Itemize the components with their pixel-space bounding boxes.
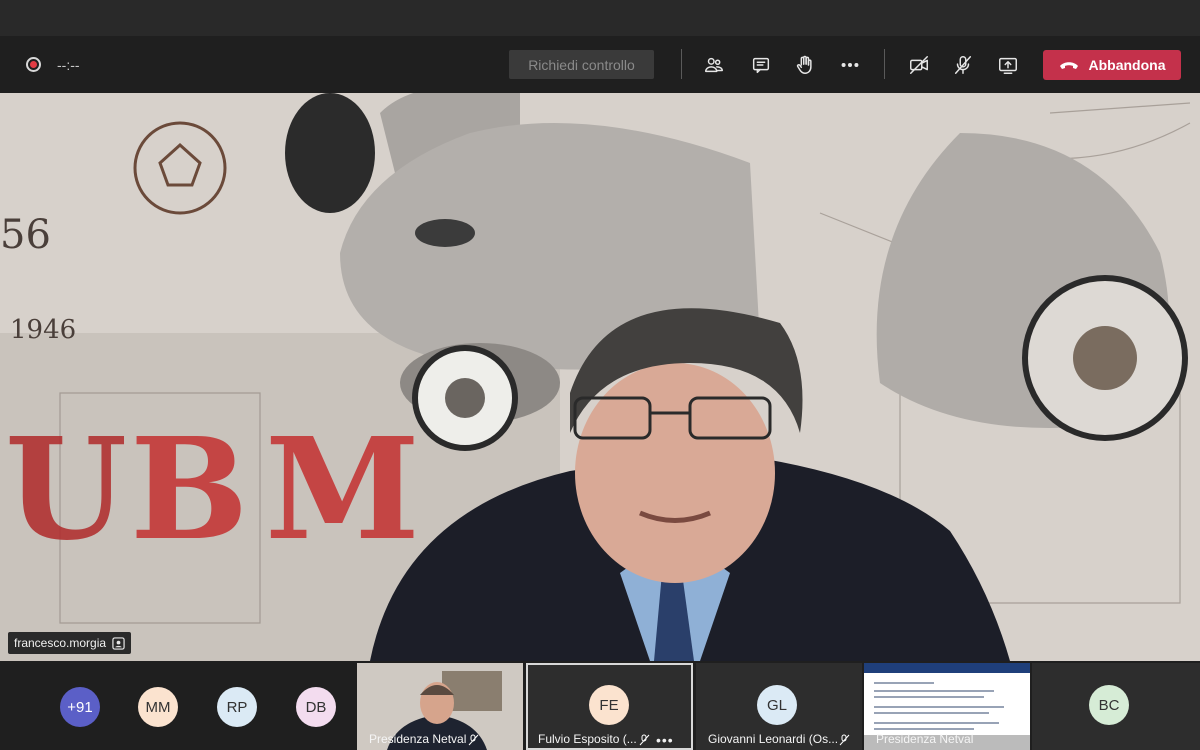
- leave-button[interactable]: Abbandona: [1043, 50, 1181, 80]
- hang-up-icon: [1059, 62, 1078, 69]
- participant-name: francesco.morgia: [14, 636, 107, 650]
- request-control-button[interactable]: Richiedi controllo: [509, 50, 654, 79]
- svg-text:56: 56: [0, 212, 51, 258]
- participant-name-chip: francesco.morgia: [8, 632, 132, 654]
- toolbar-divider: [884, 49, 885, 79]
- meeting-timer: --:--: [57, 57, 80, 73]
- video-frame: 56 1946 U B M: [0, 93, 1200, 661]
- meeting-toolbar: --:-- Richiedi controllo Abbandona: [0, 36, 1200, 93]
- svg-text:1946: 1946: [10, 315, 76, 345]
- chat-icon[interactable]: [748, 52, 774, 78]
- more-icon[interactable]: [837, 52, 863, 78]
- recording-icon: [26, 57, 41, 72]
- toolbar-divider: [681, 49, 682, 79]
- tile-name: Presidenza Netval: [876, 732, 974, 746]
- mic-off-icon[interactable]: [950, 52, 976, 78]
- participant-tile[interactable]: Presidenza Netval: [357, 663, 523, 750]
- tile-name: Presidenza Netval: [369, 732, 467, 746]
- participant-tile[interactable]: BC: [1032, 663, 1200, 750]
- avatar: FE: [589, 685, 629, 725]
- avatar: BC: [1089, 685, 1129, 725]
- svg-text:U: U: [5, 408, 127, 572]
- mic-off-icon: [839, 734, 850, 746]
- avatar[interactable]: DB: [296, 687, 336, 727]
- share-screen-icon[interactable]: [995, 52, 1021, 78]
- avatar[interactable]: MM: [138, 687, 178, 727]
- leave-label: Abbandona: [1088, 57, 1166, 73]
- wall-lettering: U B M: [5, 408, 420, 572]
- svg-text:M: M: [265, 408, 420, 572]
- participant-tile[interactable]: FE Fulvio Esposito (... •••: [526, 663, 693, 750]
- svg-text:B: B: [130, 408, 248, 572]
- participant-tile[interactable]: Presidenza Netval: [864, 663, 1030, 750]
- title-bar: [0, 0, 1200, 36]
- avatar: GL: [757, 685, 797, 725]
- tile-name: Fulvio Esposito (...: [538, 732, 637, 746]
- camera-off-icon[interactable]: [906, 52, 932, 78]
- person-card-icon[interactable]: [112, 636, 125, 650]
- avatar[interactable]: RP: [217, 687, 257, 727]
- mic-off-icon: [468, 734, 479, 746]
- participants-icon[interactable]: [701, 52, 727, 78]
- raise-hand-icon[interactable]: [792, 52, 818, 78]
- overflow-participants-button[interactable]: +91: [60, 687, 100, 727]
- tile-name: Giovanni Leonardi (Os...: [708, 732, 839, 746]
- main-video: 56 1946 U B M francesco.morgia: [0, 93, 1200, 661]
- mic-off-icon: [639, 734, 650, 746]
- participant-tile[interactable]: GL Giovanni Leonardi (Os...: [696, 663, 862, 750]
- more-icon[interactable]: •••: [656, 732, 674, 748]
